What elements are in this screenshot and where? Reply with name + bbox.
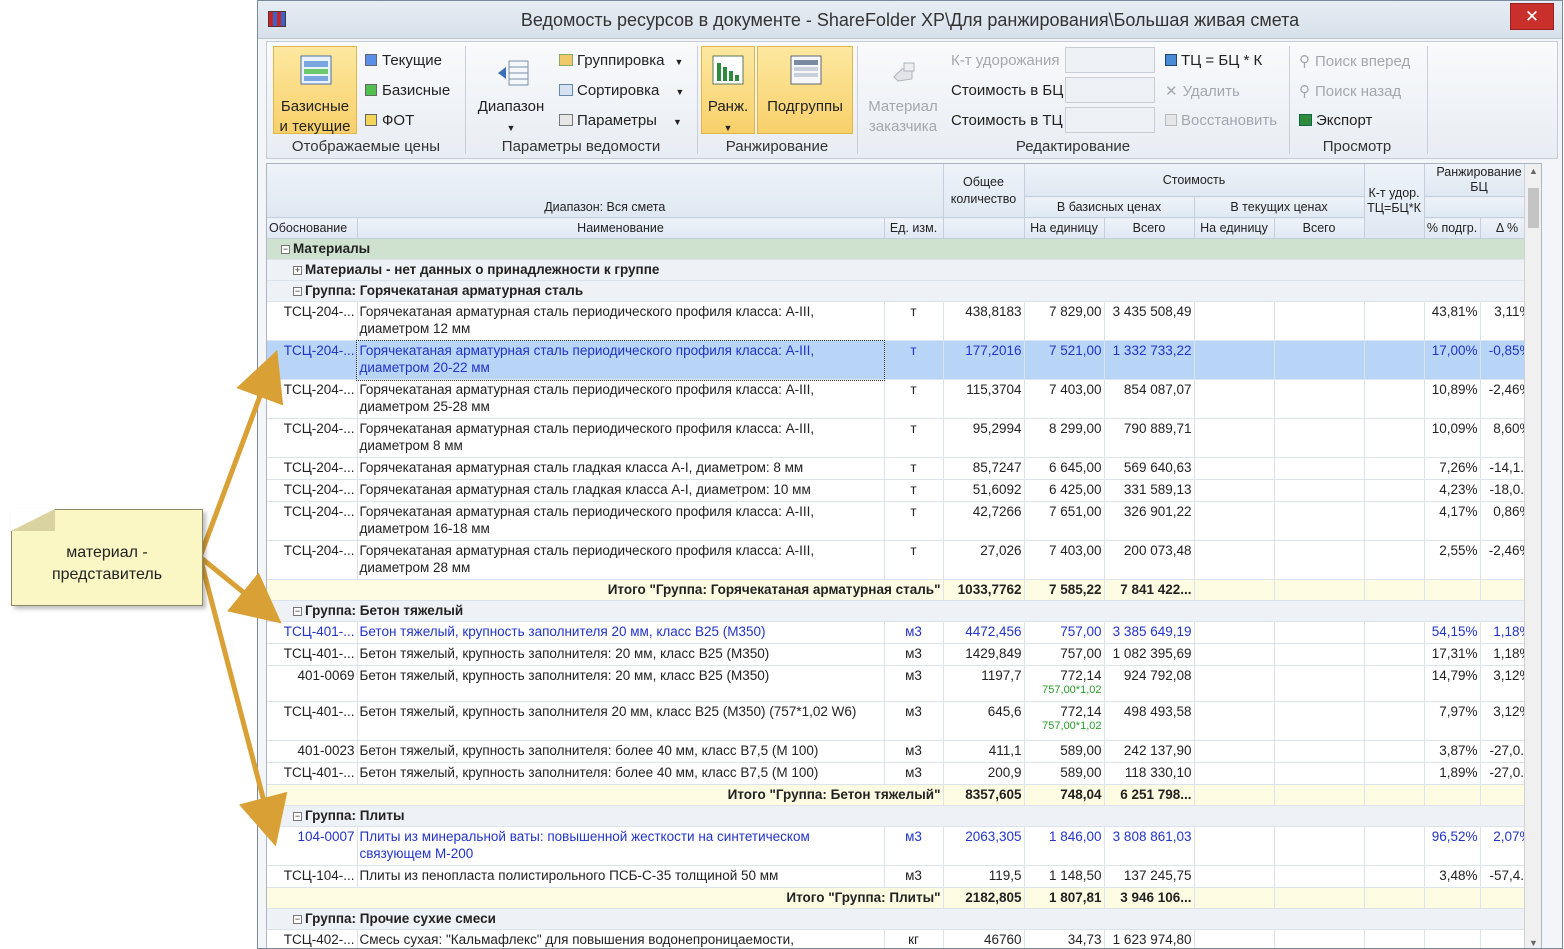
note-fold (11, 509, 55, 531)
callout-text-2: представитель (51, 566, 163, 583)
arrow-to-steel (197, 349, 284, 558)
callout-arrows (197, 349, 288, 847)
arrow-to-plates (197, 556, 288, 847)
callout-note: материал - представитель (11, 509, 203, 606)
callout-text-1: материал - (66, 544, 148, 561)
